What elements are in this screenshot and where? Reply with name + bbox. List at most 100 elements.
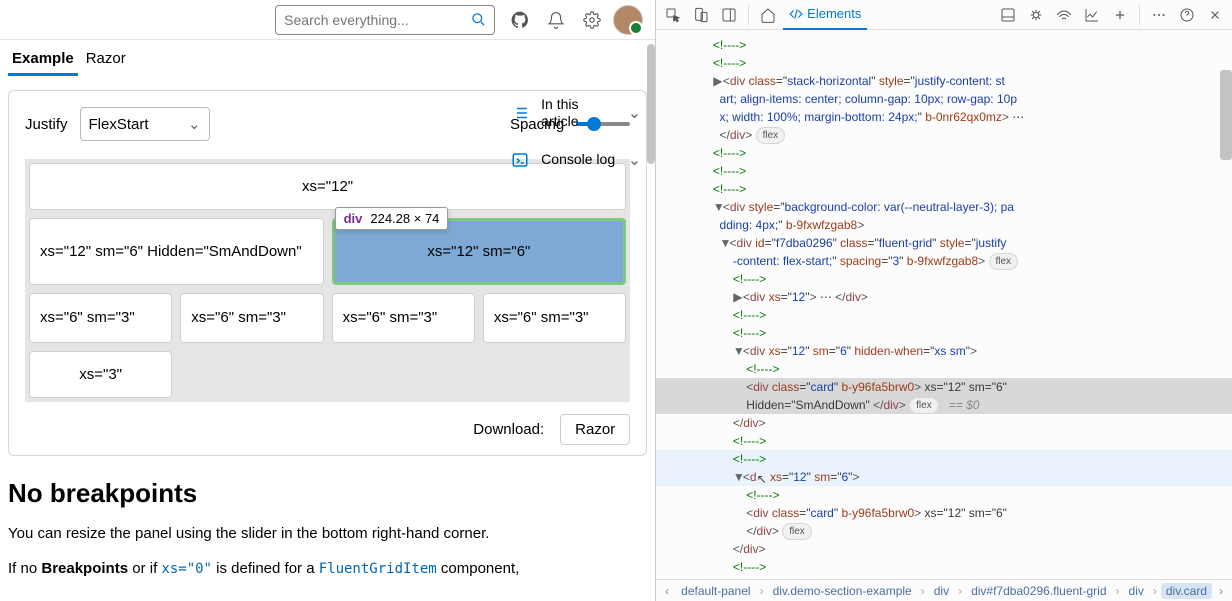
tree-line[interactable]: <!----> [656, 360, 1232, 378]
breadcrumb-next-icon[interactable]: › [1216, 584, 1226, 598]
download-label: Download: [473, 421, 544, 438]
tree-line[interactable]: <!----> [656, 576, 1232, 579]
in-this-article-toggle[interactable]: In this article ⌄ [505, 86, 647, 140]
download-row: Download: Razor [25, 414, 630, 445]
tree-line[interactable]: </div> [656, 540, 1232, 558]
text: or if [128, 560, 161, 577]
gear-icon[interactable] [577, 5, 607, 35]
tree-line[interactable]: <!----> [656, 144, 1232, 162]
tree-line[interactable]: ▼<div id="f7dba0296" class="fluent-grid"… [656, 234, 1232, 252]
code-inline: FluentGridItem [319, 561, 437, 577]
search-input[interactable] [284, 12, 465, 28]
console-drawer-icon[interactable] [995, 2, 1021, 28]
breadcrumb-item[interactable]: div [929, 583, 954, 599]
tree-line[interactable]: ▼<div xs="12" sm="6" hidden-when="xs sm"… [656, 342, 1232, 360]
elements-tab[interactable]: Elements [783, 0, 867, 30]
tree-line[interactable]: dding: 4px;" b-9fxwfzgab8> [656, 216, 1232, 234]
justify-label: Justify [25, 116, 68, 133]
tooltip-dimensions: 224.28 × 74 [370, 211, 439, 226]
device-icon[interactable] [688, 2, 714, 28]
tab-razor[interactable]: Razor [82, 44, 130, 76]
breadcrumb-sep: › [1153, 584, 1157, 598]
justify-select[interactable]: FlexStart ⌄ [80, 107, 210, 141]
tabs: Example Razor [8, 40, 647, 76]
text: component, [437, 560, 520, 577]
tree-line[interactable]: Hidden="SmAndDown" </div> flex == $0 [656, 396, 1232, 414]
tree-line[interactable]: <!----> [656, 432, 1232, 450]
tree-line[interactable]: <!----> [656, 486, 1232, 504]
doc-paragraph: You can resize the panel using the slide… [8, 523, 647, 544]
text: If no [8, 560, 41, 577]
breadcrumb-sep: › [1116, 584, 1120, 598]
debug-icon[interactable] [1023, 2, 1049, 28]
side-label: In this article [541, 96, 618, 130]
chevron-down-icon: ⌄ [188, 115, 201, 133]
code-inline: xs="0" [161, 561, 212, 577]
tree-line[interactable]: art; align-items: center; column-gap: 10… [656, 90, 1232, 108]
inspect-icon[interactable] [660, 2, 686, 28]
tree-line[interactable]: -content: flex-start;" spacing="3" b-9fx… [656, 252, 1232, 270]
tree-line[interactable]: </div> [656, 414, 1232, 432]
github-icon[interactable] [505, 5, 535, 35]
breadcrumb-sep: › [760, 584, 764, 598]
breadcrumb-prev-icon[interactable]: ‹ [662, 584, 672, 598]
fluent-grid: xs="12" xs="12" sm="6" Hidden="SmAndDown… [25, 159, 630, 402]
bell-icon[interactable] [541, 5, 571, 35]
breadcrumb-item[interactable]: div.demo-section-example [768, 583, 917, 599]
elements-tree[interactable]: <!----> <!----> ▶<div class="stack-horiz… [656, 30, 1232, 579]
inspector-tooltip: div 224.28 × 74 [335, 207, 449, 230]
breadcrumb-item[interactable]: default-panel [676, 583, 755, 599]
grid-cell: xs="6" sm="3" [180, 293, 323, 343]
tree-line[interactable]: ▶<div class="stack-horizontal" style="ju… [656, 72, 1232, 90]
tree-line[interactable]: <!----> [656, 180, 1232, 198]
doc-paragraph: If no Breakpoints or if xs="0" is define… [8, 558, 647, 580]
top-bar [0, 0, 655, 40]
add-tab-icon[interactable] [1107, 2, 1133, 28]
breadcrumb-item[interactable]: div [1124, 583, 1149, 599]
dock-icon[interactable] [716, 2, 742, 28]
grid-cell: xs="6" sm="3" [29, 293, 172, 343]
search-box[interactable] [275, 5, 495, 35]
tree-line[interactable]: </div> flex [656, 126, 1232, 144]
more-icon[interactable] [1146, 2, 1172, 28]
tree-line[interactable]: <!----> [656, 270, 1232, 288]
close-icon[interactable] [1202, 2, 1228, 28]
tree-line[interactable]: ▼<div style="background-color: var(--neu… [656, 198, 1232, 216]
tree-line[interactable]: <div class="card" b-y96fa5brw0> xs="12" … [656, 378, 1232, 396]
text-bold: Breakpoints [41, 560, 128, 577]
side-label: Console log [541, 151, 618, 168]
side-column: In this article ⌄ Console log ⌄ [505, 86, 647, 180]
breadcrumb-item[interactable]: div#f7dba0296.fluent-grid [966, 583, 1111, 599]
breadcrumb-item-selected[interactable]: div.card [1161, 583, 1212, 599]
download-razor-button[interactable]: Razor [560, 414, 630, 445]
tree-line[interactable]: <!----> [656, 162, 1232, 180]
grid-cell-text: xs="12" sm="6" [427, 243, 530, 260]
justify-value: FlexStart [89, 116, 149, 133]
tree-line[interactable]: x; width: 100%; margin-bottom: 24px;" b-… [656, 108, 1232, 126]
tree-line[interactable]: <!----> [656, 36, 1232, 54]
console-log-toggle[interactable]: Console log ⌄ [505, 140, 647, 180]
text: is defined for a [212, 560, 319, 577]
tree-line[interactable]: </div> flex [656, 522, 1232, 540]
performance-icon[interactable] [1079, 2, 1105, 28]
tree-line[interactable]: <!----> [656, 450, 1232, 468]
tree-line[interactable]: <div class="card" b-y96fa5brw0> xs="12" … [656, 504, 1232, 522]
search-icon[interactable] [471, 12, 486, 27]
tree-line[interactable]: <!----> [656, 306, 1232, 324]
network-conditions-icon[interactable] [1051, 2, 1077, 28]
help-icon[interactable] [1174, 2, 1200, 28]
tooltip-tagname: div [344, 211, 363, 226]
tree-line[interactable]: <!----> [656, 54, 1232, 72]
elements-tab-label: Elements [807, 6, 861, 21]
tree-line[interactable]: ▼<d↖ xs="12" sm="6"> [656, 468, 1232, 486]
elements-breadcrumb: ‹ default-panel › div.demo-section-examp… [656, 579, 1232, 601]
devtools-scrollbar[interactable] [1220, 70, 1232, 160]
home-icon[interactable] [755, 2, 781, 28]
avatar[interactable] [613, 5, 643, 35]
tree-line[interactable]: <!----> [656, 558, 1232, 576]
heading-no-breakpoints: No breakpoints [8, 478, 647, 509]
tree-line[interactable]: <!----> [656, 324, 1232, 342]
tree-line[interactable]: ▶<div xs="12"> ⋯ </div> [656, 288, 1232, 306]
grid-cell: xs="12" sm="6" Hidden="SmAndDown" [29, 218, 324, 285]
tab-example[interactable]: Example [8, 44, 78, 76]
